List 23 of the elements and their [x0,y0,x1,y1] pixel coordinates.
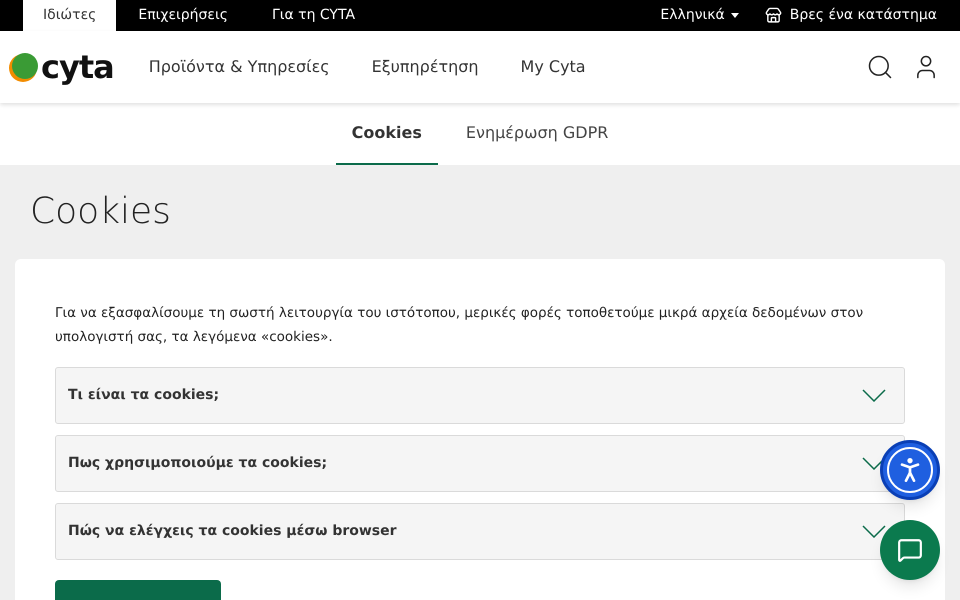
nav-link[interactable]: Προϊόντα & Υπηρεσίες [148,55,330,79]
logo-text: cyta [41,51,114,83]
store-link[interactable]: Βρες ένα κατάστημα [764,0,937,31]
nav-link[interactable]: My Cyta [520,55,586,79]
accordion-item[interactable]: Πώς να ελέγχεις τα cookies μέσω browser [55,503,905,560]
search-icon[interactable] [866,53,894,81]
page-tab[interactable]: Cookies [336,103,438,165]
intro-paragraph: Για να εξασφαλίσουμε τη σωστή λειτουργία του ιστότοπου, μερικές φορές τοποθετούμε μικρά αρχεία δεδομένων στον υπολογιστή σας, τα λεγόμενα «cookies». [55,304,864,347]
accordion-item[interactable]: Τι είναι τα cookies; [55,367,905,424]
chat-icon [897,537,923,563]
segment-tab[interactable]: Επιχειρήσεις [116,0,250,31]
page-tab[interactable]: Ενημέρωση GDPR [450,103,624,165]
chevron-icon [862,525,886,538]
segment-tab[interactable]: Ιδιώτες [23,0,116,31]
nav-link[interactable]: Εξυπηρέτηση [372,55,479,79]
segment-tab[interactable]: Για τη CYTA [250,0,378,31]
accordion-item[interactable]: Πως χρησιμοποιούμε τα cookies; [55,435,905,492]
logo-icon [8,51,40,83]
language-selector[interactable]: Ελληνικά [660,0,739,31]
caret-icon [730,13,739,18]
page-title: Cookies [30,191,172,233]
chevron-icon [862,389,886,402]
store-icon [764,7,782,24]
